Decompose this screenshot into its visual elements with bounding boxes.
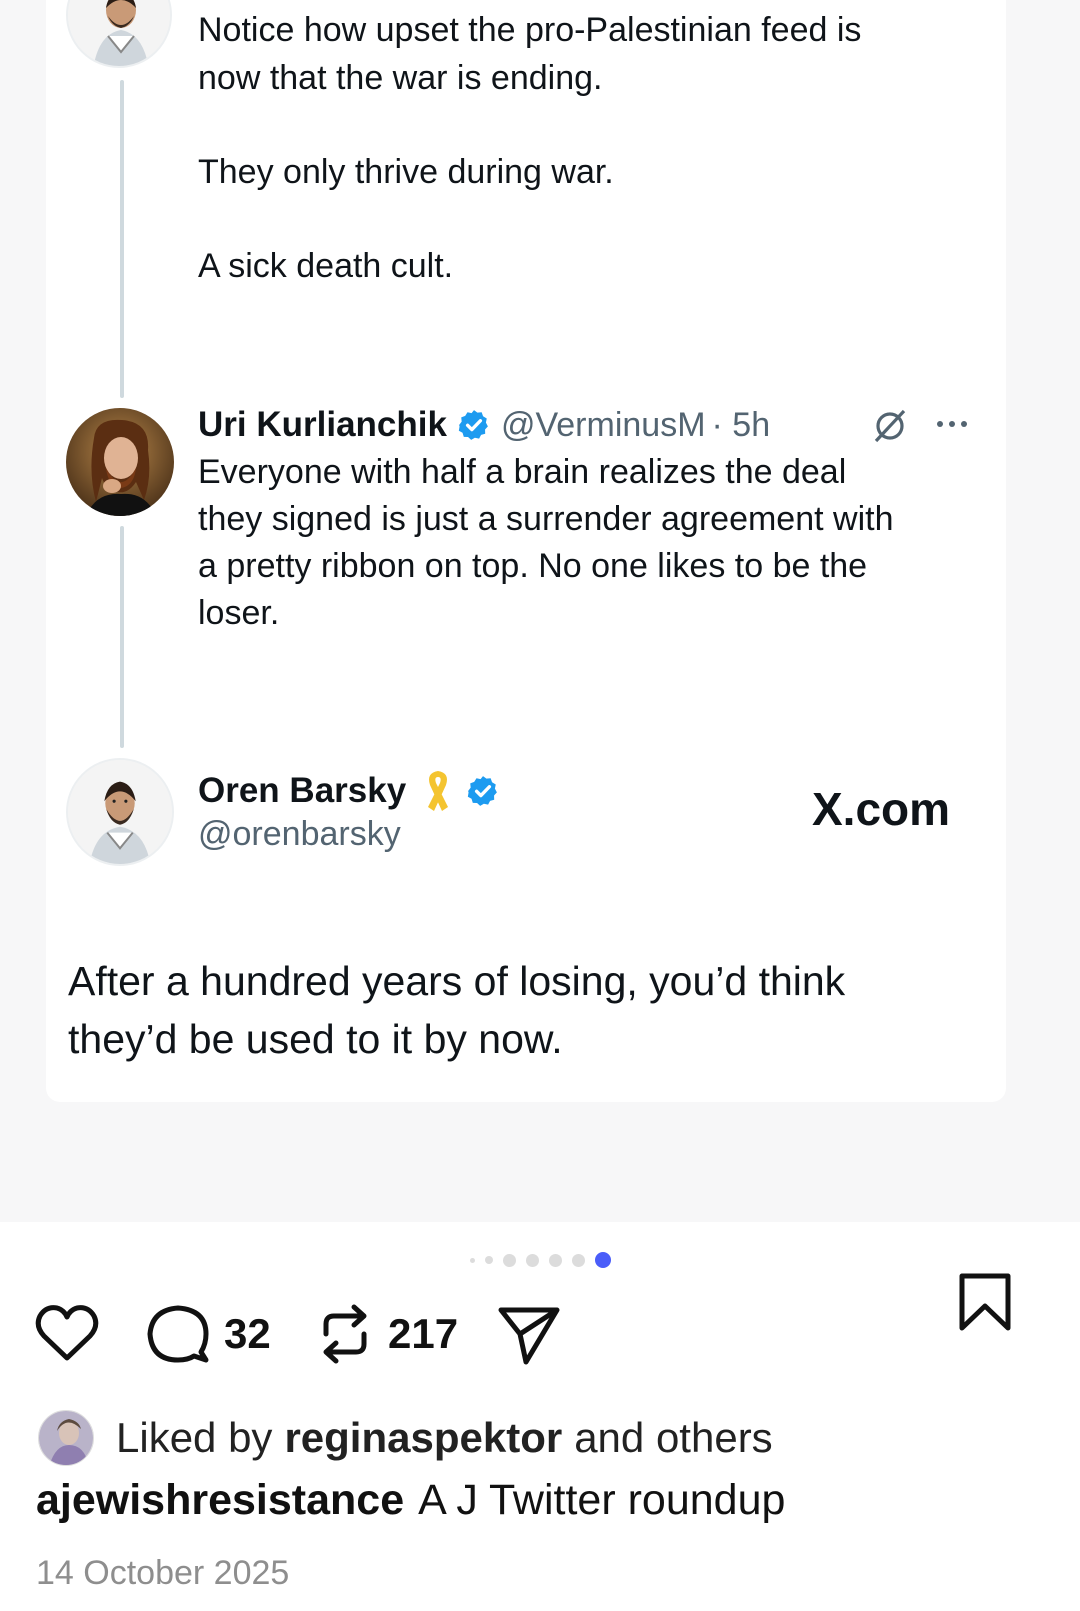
repost-count: 217 [388,1310,459,1357]
carousel-dot[interactable] [502,1253,516,1267]
send-icon [498,1307,560,1365]
thread-connector [120,526,124,748]
liked-by-row[interactable]: Liked by reginaspektor and others [38,1410,773,1466]
top-tweet-text: Notice how upset the pro-Palestinian fee… [198,6,861,290]
verified-badge-icon [458,410,488,440]
carousel-dot-active[interactable] [594,1252,611,1268]
reply-timestamp[interactable]: · 5h [712,406,771,445]
action-bar: 32 217 [0,1273,1080,1382]
liked-by-suffix[interactable]: and others [574,1414,772,1462]
post-caption: ajewishresistance A J Twitter roundup [36,1476,785,1525]
bookmark-icon [959,1273,1011,1331]
quote-tweet-text: After a hundred years of losing, you’d t… [68,952,845,1068]
reply-line: Everyone with half a brain realizes the … [198,453,847,491]
reply-tweet-text: Everyone with half a brain realizes the … [198,449,893,637]
quote-line: After a hundred years of losing, you’d t… [68,958,846,1004]
more-options-icon[interactable] [932,414,972,434]
top-tweet-para: They only thrive during war. [198,153,614,191]
comment-button[interactable]: 32 [146,1302,271,1366]
save-button[interactable] [958,1272,1012,1332]
caption-username[interactable]: ajewishresistance [36,1476,404,1524]
quote-line: they’d be used to it by now. [68,1016,563,1062]
liked-by-user[interactable]: reginaspektor [284,1414,562,1462]
reply-header: Uri Kurlianchik @VerminusM · 5h [198,402,770,448]
reply-line: they signed is just a surrender agreemen… [198,500,894,538]
reply-line: loser. [198,594,280,632]
share-button[interactable] [496,1302,562,1368]
x-com-watermark: X.com [812,783,951,835]
repost-icon [323,1304,367,1364]
comment-icon [147,1305,209,1363]
liked-by-prefix: Liked by [116,1414,273,1461]
post-image: Notice how upset the pro-Palestinian fee… [0,0,1080,1222]
oren-barsky-avatar[interactable] [66,758,174,866]
verified-badge-icon [468,776,498,806]
top-tweet-para: A sick death cult. [198,247,454,285]
comment-count: 32 [224,1310,271,1357]
liker-avatar[interactable] [38,1410,94,1466]
heart-icon [35,1305,99,1361]
repost-button[interactable]: 217 [316,1302,458,1366]
oren-barsky-avatar-top [66,0,172,68]
quote-header: Oren Barsky [198,766,510,816]
yellow-ribbon-icon [428,771,449,811]
grok-icon[interactable] [870,405,910,445]
caption-text: A J Twitter roundup [418,1476,786,1524]
top-tweet-line: Notice how upset the pro-Palestinian fee… [198,11,862,49]
reply-author-handle[interactable]: @VerminusM [501,406,706,445]
carousel-dot[interactable] [571,1253,585,1267]
carousel-dot[interactable] [548,1253,562,1267]
like-button[interactable] [34,1302,100,1364]
carousel-indicator [0,1252,1080,1268]
reply-line: a pretty ribbon on top. No one likes to … [198,547,868,585]
thread-connector [120,80,124,398]
reply-author-name[interactable]: Uri Kurlianchik [198,405,447,445]
uri-kurlianchik-avatar[interactable] [66,408,174,516]
carousel-dot[interactable] [484,1256,493,1264]
post-date: 14 October 2025 [36,1554,290,1592]
quote-author-handle[interactable]: @orenbarsky [198,815,401,854]
top-tweet-line: now that the war is ending. [198,59,603,97]
carousel-dot[interactable] [525,1253,539,1267]
carousel-dot[interactable] [469,1257,475,1263]
quote-author-name[interactable]: Oren Barsky [198,771,406,811]
